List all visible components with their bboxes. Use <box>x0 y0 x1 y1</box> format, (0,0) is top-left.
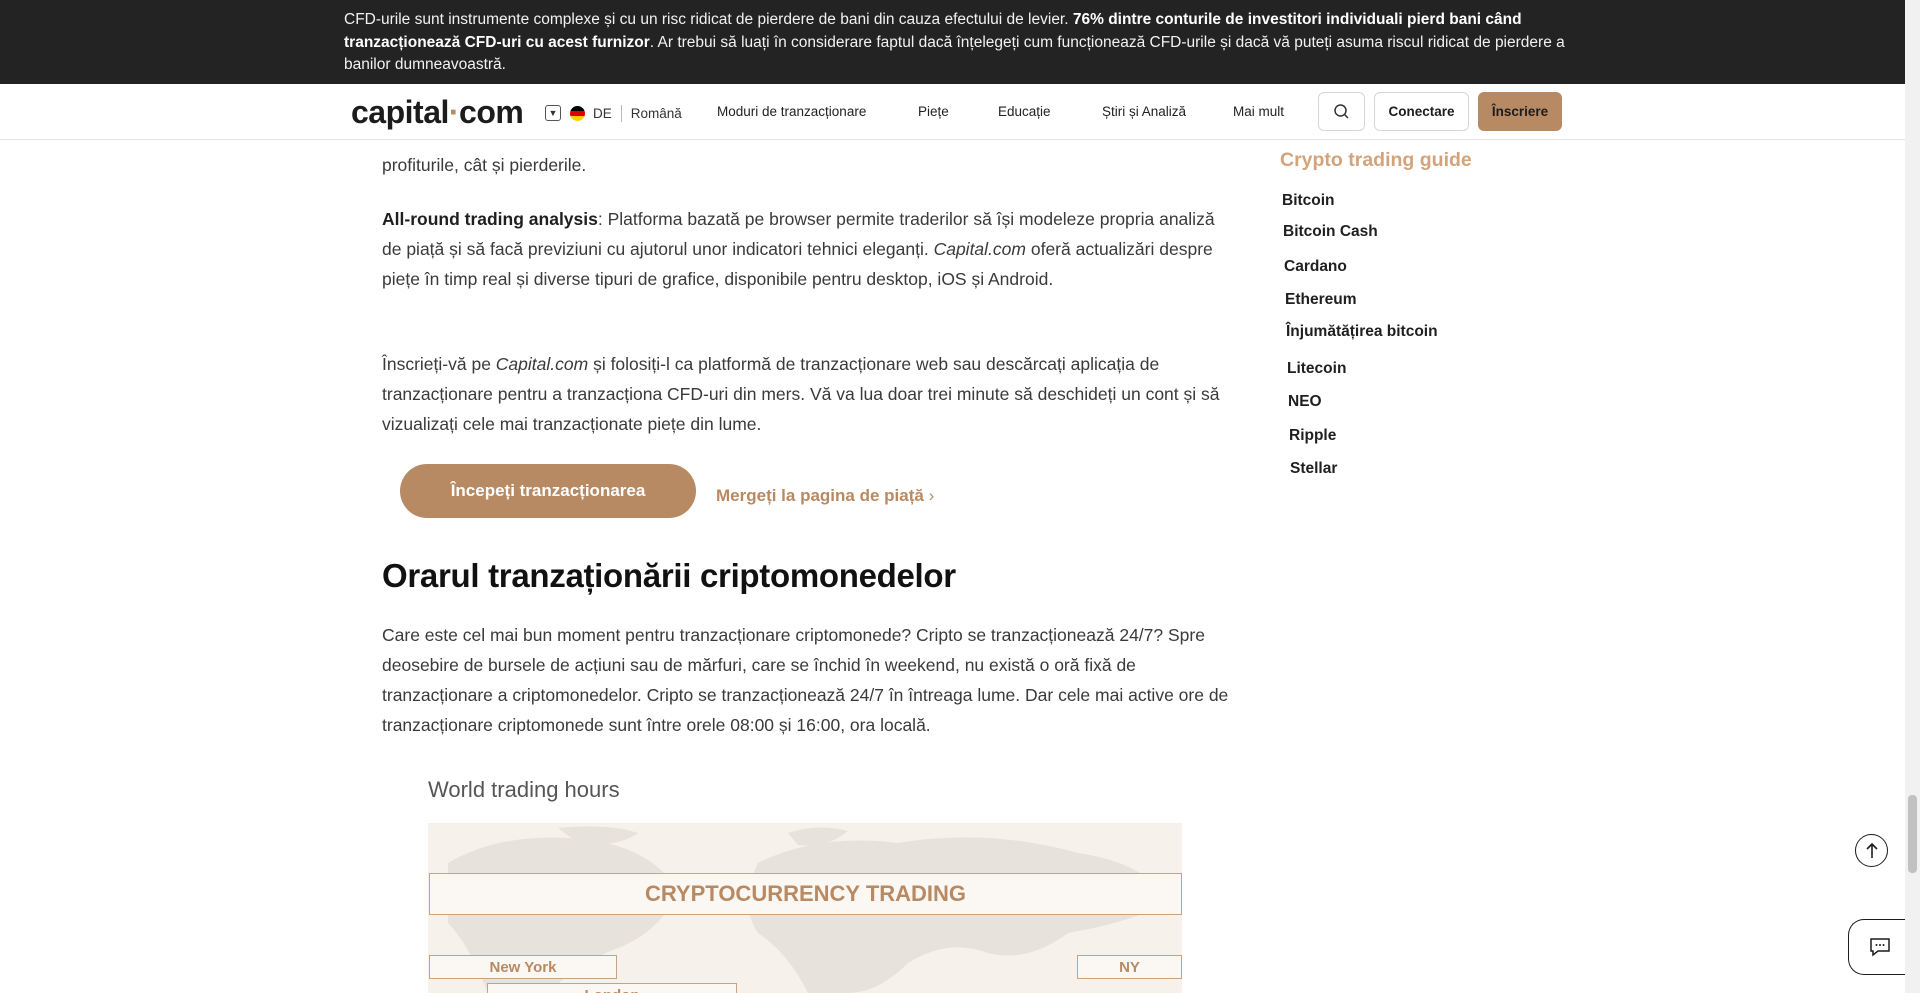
article-paragraph: Înscrieți-vă pe Capital.com și folosiți-… <box>382 354 1220 434</box>
chat-button[interactable] <box>1848 919 1910 975</box>
arrow-up-icon <box>1865 842 1878 858</box>
nav-more[interactable]: Mai mult <box>1233 104 1284 119</box>
login-button[interactable]: Conectare <box>1374 92 1469 131</box>
signup-button[interactable]: Înscriere <box>1478 92 1562 131</box>
chat-icon <box>1869 938 1890 957</box>
market-page-link[interactable]: Mergeți la pagina de piață › <box>716 486 934 506</box>
london-session-bar: London <box>487 983 737 993</box>
nav-markets[interactable]: Piețe <box>918 104 949 119</box>
new-york-session-bar: New York <box>429 955 617 979</box>
language-label: Română <box>630 105 682 121</box>
nav-news-analysis[interactable]: Știri și Analiză <box>1102 104 1186 119</box>
sidebar-item-cardano[interactable]: Cardano <box>1284 258 1347 276</box>
risk-warning-banner: CFD-urile sunt instrumente complexe și c… <box>0 0 1905 84</box>
sidebar-item-litecoin[interactable]: Litecoin <box>1287 360 1346 378</box>
sidebar-item-ripple[interactable]: Ripple <box>1289 427 1336 445</box>
article-paragraph: Care este cel mai bun moment pentru tran… <box>382 625 1229 735</box>
article-paragraph-fragment: profiturile, cât și pierderile. <box>382 155 587 175</box>
world-trading-hours-infographic: World trading hours CRYPTOCURRENCY TRADI… <box>382 752 1232 993</box>
scroll-to-top-button[interactable] <box>1855 834 1888 867</box>
start-trading-button[interactable]: Începeți tranzacționarea <box>400 464 696 518</box>
infographic-title: World trading hours <box>428 777 620 802</box>
sidebar-item-bitcoin[interactable]: Bitcoin <box>1282 192 1335 210</box>
sidebar-title: Crypto trading guide <box>1280 149 1472 171</box>
sidebar-item-neo[interactable]: NEO <box>1288 393 1322 411</box>
sidebar-item-bitcoin-halving[interactable]: Înjumătățirea bitcoin <box>1286 323 1438 341</box>
capital-com-logo[interactable]: capital·com <box>351 94 524 131</box>
risk-warning-text: CFD-urile sunt instrumente complexe și c… <box>344 11 1565 73</box>
search-icon <box>1334 104 1349 119</box>
scrollbar-thumb[interactable] <box>1908 795 1917 873</box>
chevron-right-icon: › <box>928 486 935 505</box>
article-paragraph: All-round trading analysis: Platforma ba… <box>382 209 1215 289</box>
search-button[interactable] <box>1318 92 1365 131</box>
german-flag-icon <box>570 105 585 121</box>
ny-session-bar: NY <box>1077 955 1182 979</box>
sidebar-item-ethereum[interactable]: Ethereum <box>1285 291 1357 309</box>
chevron-down-icon: ▼ <box>545 105 561 121</box>
nav-education[interactable]: Educație <box>998 104 1051 119</box>
sidebar-item-bitcoin-cash[interactable]: Bitcoin Cash <box>1283 223 1378 241</box>
language-selector[interactable]: ▼ DE Română <box>545 103 682 123</box>
cryptocurrency-trading-bar: CRYPTOCURRENCY TRADING <box>429 873 1182 915</box>
nav-trading-modes[interactable]: Moduri de tranzacționare <box>717 104 866 119</box>
sidebar-item-stellar[interactable]: Stellar <box>1290 460 1337 478</box>
divider <box>620 104 622 122</box>
section-heading: Orarul tranzaționării criptomonedelor <box>382 557 956 594</box>
region-code: DE <box>593 105 612 121</box>
site-header: capital·com ▼ DE Română Moduri de tranza… <box>0 84 1905 140</box>
